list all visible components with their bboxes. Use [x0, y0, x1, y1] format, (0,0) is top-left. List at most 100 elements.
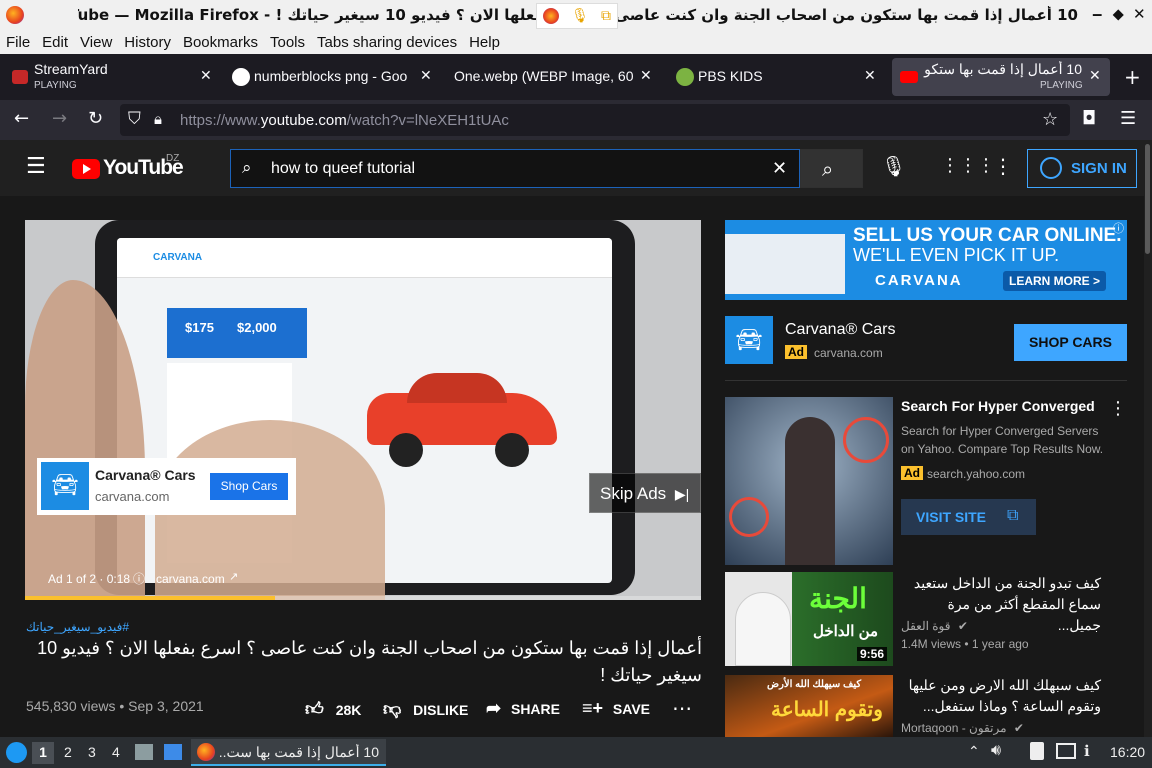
workspace-4[interactable]: 4: [112, 744, 120, 760]
visit-site-button[interactable]: VISIT SITE ⧉: [901, 499, 1036, 535]
shop-cars-button[interactable]: SHOP CARS: [1014, 324, 1127, 361]
ad-link[interactable]: carvana.com: [156, 572, 225, 586]
search-button[interactable]: ⌕: [800, 149, 863, 188]
scrollbar-thumb[interactable]: [1145, 144, 1150, 254]
dislike-button[interactable]: 👎︎ DISLIKE: [383, 698, 468, 720]
menu-help[interactable]: Help: [469, 34, 500, 51]
menu-bookmarks[interactable]: Bookmarks: [183, 34, 258, 51]
menu-history[interactable]: History: [124, 34, 171, 51]
workspace-3[interactable]: 3: [88, 744, 96, 760]
new-tab-icon[interactable]: +: [1124, 65, 1141, 89]
close-icon[interactable]: ✕: [1133, 5, 1146, 23]
skip-ads-button[interactable]: Skip Ads ▶|: [589, 473, 701, 513]
clock[interactable]: 16:20: [1110, 744, 1145, 760]
shield-icon[interactable]: ⛉: [128, 109, 141, 129]
save-button[interactable]: ≡+ SAVE: [582, 698, 650, 719]
tab-webp[interactable]: One.webp (WEBP Image, 60 ✕: [444, 58, 658, 96]
tab-youtube[interactable]: 10 أعمال إذا قمت بها ستكو PLAYING ✕: [892, 58, 1110, 96]
tab-google[interactable]: numberblocks png - Goo ✕: [224, 58, 438, 96]
hyper-converged-ad-thumbnail[interactable]: [725, 397, 893, 565]
menu-tools[interactable]: Tools: [270, 34, 305, 51]
settings-more-icon[interactable]: ⋮: [993, 154, 1013, 178]
app-launcher-icon[interactable]: [6, 742, 27, 763]
like-button[interactable]: 👍︎ 28K: [305, 698, 361, 720]
tab-pbs-kids[interactable]: PBS KIDS ✕: [668, 58, 882, 96]
menu-tabs-sharing[interactable]: Tabs sharing devices: [317, 34, 457, 51]
banner-learn-more[interactable]: LEARN MORE >: [1003, 271, 1107, 291]
reload-icon[interactable]: ↻: [88, 108, 103, 129]
search-input[interactable]: how to queef tutorial: [271, 160, 415, 178]
tab-label: numberblocks png - Goo: [254, 68, 408, 84]
sponsor-domain: carvana.com: [814, 346, 883, 360]
car-icon: 🚘︎: [51, 473, 79, 498]
menu-file[interactable]: File: [6, 34, 30, 51]
network-icon[interactable]: [1056, 743, 1076, 759]
adchoices-info-icon[interactable]: ⓘ: [1113, 220, 1124, 236]
tab-close-icon[interactable]: ✕: [200, 67, 212, 84]
ad2-more-icon[interactable]: ⋮: [1109, 398, 1127, 419]
related-video-channel-row[interactable]: Mortaqoon - مرتقون ✔: [901, 721, 1024, 735]
tab-label: One.webp (WEBP Image, 60: [454, 68, 634, 84]
share-button[interactable]: ➦ SHARE: [486, 698, 560, 719]
video-player[interactable]: CARVANA $175 $2,000 🚘︎ Carvana® Cars car…: [25, 220, 701, 600]
notifications-icon[interactable]: ℹ: [1084, 742, 1090, 760]
carvana-banner-ad[interactable]: SELL US YOUR CAR ONLINE. WE'LL EVEN PICK…: [725, 220, 1127, 300]
url-text[interactable]: https://www.youtube.com/watch?v=lNeXEH1t…: [180, 112, 509, 129]
screen-share-icon[interactable]: ⧉: [601, 8, 611, 24]
lock-icon[interactable]: 🔒︎: [154, 110, 162, 128]
tab-close-icon[interactable]: ✕: [420, 67, 432, 84]
skip-next-icon: ▶|: [674, 486, 690, 502]
reader-view-icon[interactable]: ◘: [1082, 108, 1096, 129]
workspace-1[interactable]: 1: [32, 742, 54, 764]
desktop-icon[interactable]: [164, 744, 182, 760]
video-ad-card[interactable]: 🚘︎ Carvana® Cars carvana.com Shop Cars: [37, 458, 296, 515]
related-video-thumbnail[interactable]: كيف سيهلك الله الأرض وتقوم الساعة: [725, 675, 893, 737]
ad-progress-bar[interactable]: [25, 596, 701, 600]
file-manager-icon[interactable]: [135, 744, 153, 760]
expand-tray-icon[interactable]: ⌃: [968, 743, 980, 760]
ad2-title[interactable]: Search For Hyper Converged: [901, 398, 1095, 414]
back-icon[interactable]: ←: [14, 108, 29, 129]
menu-edit[interactable]: Edit: [42, 34, 68, 51]
ad-badge: Ad: [901, 466, 923, 480]
banner-line2: WE'LL EVEN PICK IT UP.: [853, 245, 1060, 265]
page-scrollbar[interactable]: [1144, 140, 1152, 737]
sign-in-button[interactable]: SIGN IN: [1027, 149, 1137, 188]
related-video-title[interactable]: كيف سبهلك الله الارض ومن عليها وتقوم الس…: [901, 675, 1101, 717]
related-video-thumbnail[interactable]: الجنة من الداخل 9:56: [725, 572, 893, 666]
sharing-indicator[interactable]: 🎙 ⧉: [536, 3, 618, 29]
info-icon[interactable]: ⓘ: [133, 570, 145, 587]
firefox-small-icon: [543, 8, 560, 24]
guide-menu-icon[interactable]: ☰: [26, 154, 46, 179]
search-box[interactable]: ⌕ how to queef tutorial ✕: [230, 149, 800, 188]
youtube-region: DZ: [166, 153, 180, 164]
minimize-icon[interactable]: ‒: [1092, 5, 1102, 23]
tab-close-icon[interactable]: ✕: [640, 67, 652, 84]
tab-streamyard[interactable]: StreamYard PLAYING ✕: [4, 58, 218, 96]
apps-grid-icon[interactable]: ⋮⋮⋮: [941, 155, 995, 176]
external-link-icon: ↗: [229, 570, 239, 583]
share-arrow-icon: ➦: [486, 698, 502, 718]
carvana-site-logo: CARVANA: [153, 252, 203, 263]
shop-cars-ad-button[interactable]: Shop Cars: [210, 473, 288, 500]
workspace-2[interactable]: 2: [64, 744, 72, 760]
tab-close-icon[interactable]: ✕: [1089, 67, 1101, 84]
related-video-channel-row[interactable]: قوة العقل ✔: [901, 619, 968, 633]
more-actions-icon[interactable]: ⋯: [672, 696, 692, 720]
clipboard-icon[interactable]: [1030, 742, 1044, 760]
microphone-icon[interactable]: 🎙: [571, 8, 589, 24]
maximize-icon[interactable]: ⬥: [1113, 5, 1124, 23]
youtube-page: ☰ YouTube DZ ⌕ how to queef tutorial ✕ ⌕…: [0, 140, 1152, 737]
volume-icon[interactable]: 🔊︎: [991, 742, 1001, 760]
menu-view[interactable]: View: [80, 34, 112, 51]
video-hashtag[interactable]: #فيديو_سيغير_حياتك: [26, 620, 129, 634]
url-bar[interactable]: ⛉ 🔒︎ https://www.youtube.com/watch?v=lNe…: [120, 104, 1070, 136]
taskbar-window-firefox[interactable]: 10 أعمال إذا قمت بها ست...: [191, 739, 386, 766]
tab-close-icon[interactable]: ✕: [864, 67, 876, 84]
voice-search-icon[interactable]: 🎙︎: [881, 154, 906, 178]
bookmark-star-icon[interactable]: ☆: [1042, 109, 1058, 130]
clear-search-icon[interactable]: ✕: [772, 158, 787, 179]
hamburger-menu-icon[interactable]: ☰: [1120, 108, 1136, 129]
skip-ads-label: Skip Ads: [600, 484, 667, 503]
forward-icon[interactable]: →: [52, 108, 67, 129]
